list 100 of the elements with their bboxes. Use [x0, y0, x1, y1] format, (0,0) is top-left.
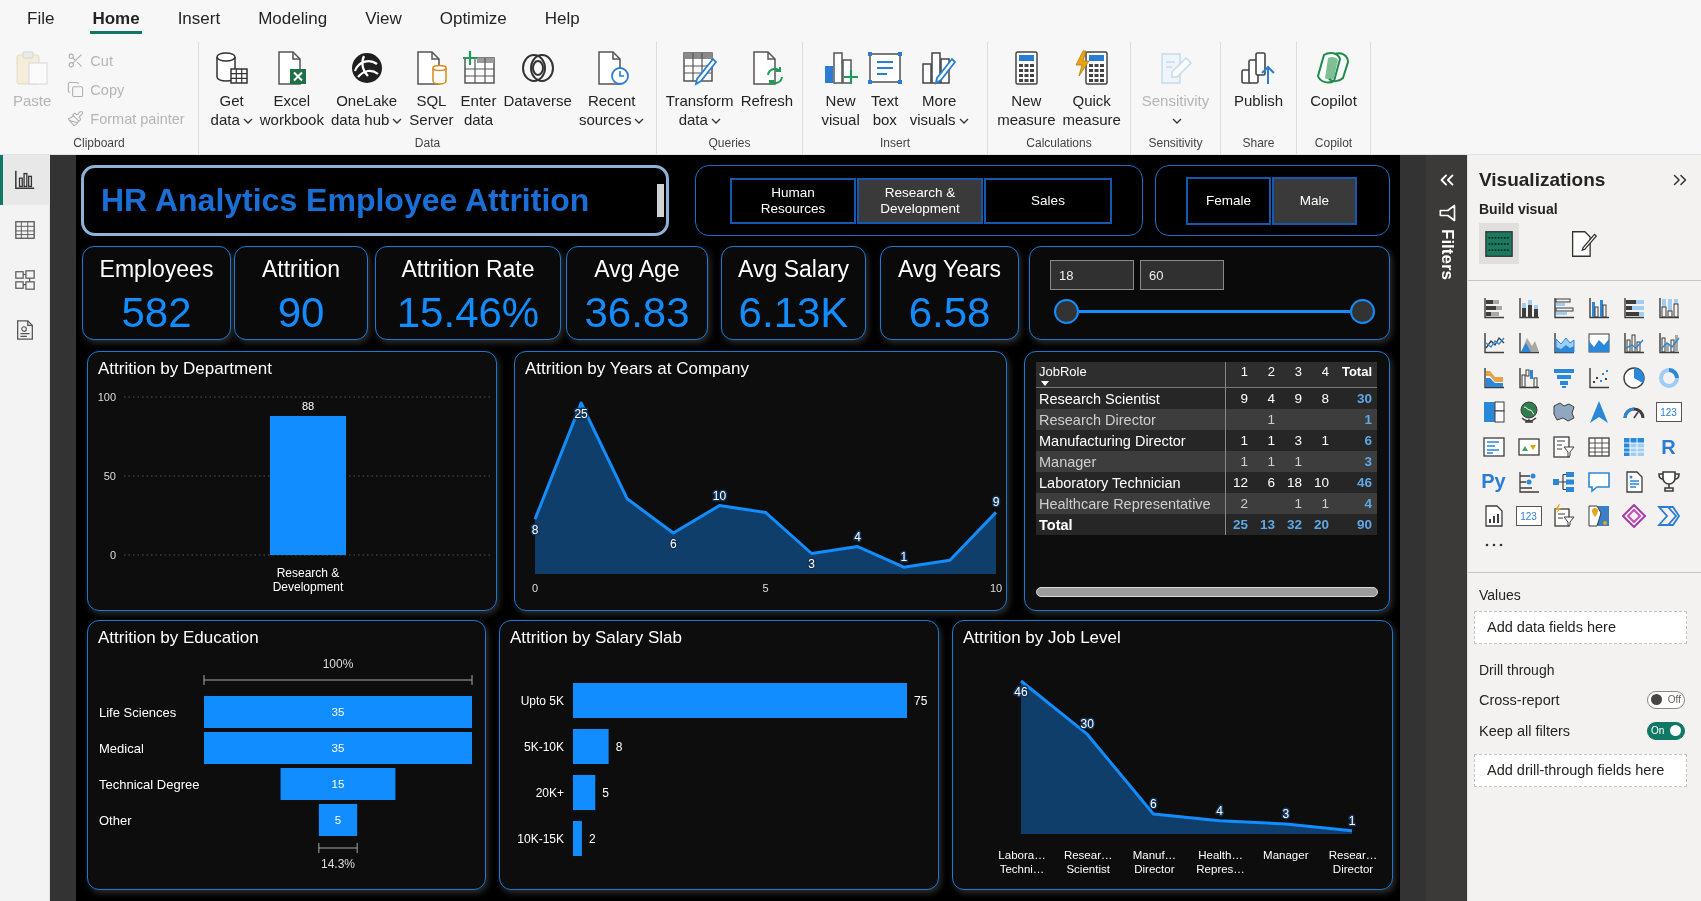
range-end-field[interactable]: 60 — [1140, 260, 1224, 290]
ribbon-button[interactable]: SQL Server — [406, 45, 457, 131]
full-stacked-bar-chart-icon[interactable] — [1621, 296, 1646, 321]
scrollbar-thumb[interactable] — [1036, 587, 1378, 597]
double-chevron-icon[interactable] — [1656, 504, 1681, 529]
category-label: Other — [99, 813, 132, 828]
sort-arrow-icon[interactable] — [1041, 381, 1049, 386]
ribbon-group-label: Copilot — [1314, 135, 1353, 152]
slicer-option[interactable]: Research & Development — [857, 177, 983, 224]
drop-field[interactable]: Add drill-through fields here — [1474, 753, 1687, 787]
ribbon-button[interactable]: Refresh — [737, 45, 797, 112]
waterfall-chart-icon[interactable] — [1516, 365, 1541, 390]
stacked-column-chart-icon[interactable] — [1516, 296, 1541, 321]
ribbon-group-label: Insert — [880, 135, 910, 152]
line-clustered-column-chart-icon[interactable] — [1656, 331, 1681, 356]
ribbon-button[interactable]: Get data — [207, 45, 256, 131]
ribbon-button[interactable]: Publish — [1230, 45, 1287, 112]
pane-title: Visualizations — [1479, 169, 1606, 191]
donut-chart-icon[interactable] — [1656, 365, 1681, 390]
ribbon-button[interactable]: Text box — [863, 45, 906, 131]
row-header: Manager — [1039, 453, 1097, 470]
conversion-label: 100% — [322, 657, 354, 671]
range-start-field[interactable]: 18 — [1050, 260, 1134, 290]
menu-tab[interactable]: View — [346, 0, 421, 38]
ribbon-button[interactable]: Copilot — [1307, 45, 1360, 112]
slicer-icon[interactable] — [1551, 435, 1576, 460]
view-tab[interactable] — [0, 155, 50, 205]
slicer-option[interactable]: Sales — [984, 177, 1112, 224]
full-stacked-column-chart-icon[interactable] — [1656, 296, 1681, 321]
treemap-icon[interactable] — [1481, 400, 1506, 425]
scatter-chart-icon[interactable] — [1586, 365, 1611, 390]
axis-label: 100 — [97, 391, 116, 403]
ribbon-button[interactable]: More visuals — [906, 45, 972, 131]
ribbon-button[interactable]: Recent sources — [575, 45, 648, 131]
stacked-bar-chart-icon[interactable] — [1481, 296, 1506, 321]
diamond-icon[interactable] — [1621, 504, 1646, 529]
clustered-bar-chart-icon[interactable] — [1551, 296, 1576, 321]
slicer-option[interactable]: Female — [1186, 176, 1271, 225]
column-header[interactable]: 2 — [1267, 365, 1275, 379]
table-cell: 12 — [1232, 475, 1248, 490]
toggle-switch[interactable]: On — [1647, 721, 1685, 740]
category-label: 20K+ — [535, 785, 564, 800]
category-label: Manager — [1263, 848, 1309, 862]
more-icon[interactable] — [1484, 541, 1504, 548]
line-column-chart-icon[interactable] — [1621, 331, 1646, 356]
table-icon[interactable] — [1586, 435, 1611, 460]
slicer-option[interactable]: Male — [1272, 176, 1357, 225]
card-visual-tile[interactable]: 123 — [1515, 506, 1542, 527]
stacked-area-chart-icon[interactable] — [1551, 331, 1576, 356]
axis-label: 5 — [762, 582, 769, 594]
slicer-option[interactable]: Human Resources — [730, 177, 856, 224]
menu-tab[interactable]: File — [8, 0, 74, 38]
axis-label: 50 — [103, 470, 116, 482]
visual-glyph[interactable]: Py — [1481, 470, 1506, 494]
scrollbar-thumb[interactable] — [657, 184, 664, 217]
area-band-chart-icon[interactable] — [1586, 331, 1611, 356]
chart-title: Attrition by Years at Company — [525, 358, 749, 380]
line-chart-icon[interactable] — [1481, 331, 1506, 356]
category-label: Upto 5K — [520, 693, 564, 708]
column-header[interactable]: 4 — [1321, 365, 1329, 379]
menu-tab[interactable]: Insert — [158, 0, 240, 38]
ribbon-button[interactable]: New visual — [818, 45, 863, 131]
area-chart-icon[interactable] — [1516, 331, 1541, 356]
decomposition-tree-icon[interactable] — [1551, 469, 1576, 494]
ribbon-group-label: Queries — [708, 135, 751, 152]
pie-chart-icon[interactable] — [1621, 365, 1646, 390]
ribbon-button[interactable]: Dataverse — [500, 45, 575, 112]
ribbon-chart-icon[interactable] — [1481, 365, 1506, 390]
column-header[interactable]: JobRole — [1039, 365, 1087, 379]
ribbon-button[interactable]: Excel workbook — [256, 45, 327, 131]
map-pin-icon[interactable] — [1586, 504, 1611, 529]
pane-title[interactable]: Filters — [1436, 229, 1457, 281]
column-header[interactable]: 1 — [1240, 365, 1248, 379]
column-header[interactable]: 3 — [1294, 365, 1302, 379]
key-influencers-icon[interactable] — [1516, 469, 1541, 494]
kpi-label: Avg Years — [897, 255, 1002, 284]
drop-field[interactable]: Add data fields here — [1474, 610, 1687, 644]
card-visual-tile[interactable]: 123 — [1655, 402, 1682, 423]
document-brush-icon — [1570, 228, 1598, 259]
speech-bubble-icon[interactable] — [1586, 469, 1611, 494]
trophy-icon[interactable] — [1656, 469, 1681, 494]
slider-thumb[interactable] — [1053, 299, 1079, 324]
multi-row-card-icon[interactable] — [1481, 435, 1506, 460]
pane-tab[interactable] — [1479, 223, 1519, 264]
table-cell: 8 — [1321, 391, 1329, 406]
ribbon-button[interactable]: Transform data — [662, 45, 737, 131]
toggle-switch[interactable]: Off — [1647, 690, 1685, 709]
ribbon-button[interactable]: OneLake data hub — [327, 45, 406, 131]
clustered-column-chart-icon[interactable] — [1586, 296, 1611, 321]
data-label: 8 — [531, 523, 539, 538]
menu-tab[interactable]: Optimize — [420, 0, 526, 38]
menu-tab[interactable]: Help — [525, 0, 599, 38]
slider-thumb[interactable] — [1349, 299, 1375, 324]
slicer-lightning-icon[interactable] — [1551, 504, 1576, 529]
ribbon-button[interactable]: Quick measure — [1059, 45, 1124, 131]
visual-glyph[interactable]: R — [1661, 435, 1676, 459]
category-label: Medical — [99, 741, 144, 756]
ribbon-button[interactable]: Enter data — [457, 45, 500, 131]
ribbon-button[interactable]: New measure — [994, 45, 1059, 131]
menu-tab[interactable]: Modeling — [239, 0, 347, 38]
